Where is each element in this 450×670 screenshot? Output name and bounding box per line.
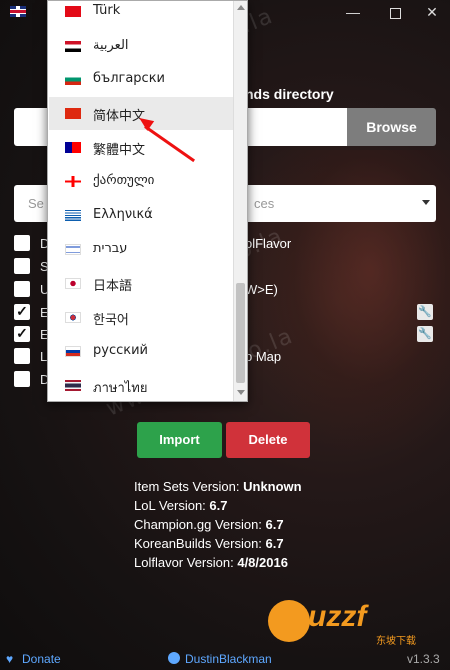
uk-flag-icon[interactable] [10, 6, 26, 17]
language-label: русский [93, 343, 148, 358]
greece-flag-icon [65, 210, 81, 221]
logo-circle-icon [268, 600, 310, 642]
language-option-thailand[interactable]: ภาษาไทย [49, 369, 233, 402]
option-checkbox[interactable] [14, 235, 30, 251]
logo-text: uzzf [308, 600, 367, 633]
github-icon [168, 652, 180, 664]
language-option-japan[interactable]: 日本語 [49, 267, 233, 300]
japan-flag-icon [65, 278, 81, 289]
directory-label: nds directory [245, 86, 334, 102]
info-label: Champion.gg Version: [134, 517, 266, 532]
info-value: 6.7 [209, 498, 228, 513]
import-button[interactable]: Import [137, 422, 222, 458]
info-line: KoreanBuilds Version: 6.7 [134, 536, 284, 551]
russia-flag-icon [65, 346, 81, 357]
egypt-flag-icon [65, 41, 81, 52]
language-option-russia[interactable]: русский [49, 335, 233, 368]
uzzf-logo: uzzf 东坡下载 [268, 598, 446, 647]
option-checkbox[interactable]: ✓ [14, 326, 30, 342]
option-checkbox[interactable]: ✓ [14, 304, 30, 320]
turkey-flag-icon [65, 6, 81, 17]
info-label: Item Sets Version: [134, 479, 244, 494]
close-button[interactable]: ✕ [417, 0, 447, 26]
language-option-taiwan[interactable]: 繁體中文 [49, 131, 233, 164]
github-link[interactable]: DustinBlackman [185, 652, 272, 666]
maximize-icon [389, 7, 401, 19]
georgia-flag-icon [65, 176, 81, 187]
info-line: Item Sets Version: Unknown [134, 479, 302, 494]
option-checkbox[interactable] [14, 281, 30, 297]
language-option-korea[interactable]: 한국어 [49, 301, 233, 334]
chevron-down-icon [422, 200, 430, 205]
taiwan-flag-icon [65, 142, 81, 153]
select-placeholder-right: ces [254, 196, 275, 211]
option-label-tail: W>E) [245, 282, 278, 297]
language-dropdown[interactable]: Türk العربية български 简体中文 繁體中文 ქართული Ελλην… [47, 0, 248, 402]
info-line: Champion.gg Version: 6.7 [134, 517, 284, 532]
wrench-icon[interactable]: 🔧 [417, 304, 433, 320]
info-line: LoL Version: 6.7 [134, 498, 227, 513]
heart-icon: ♥ [6, 652, 14, 666]
info-line: Lolflavor Version: 4/8/2016 [134, 555, 288, 570]
language-option-egypt[interactable]: العربية [49, 30, 233, 63]
israel-flag-icon [65, 244, 81, 255]
language-option-greece[interactable]: Ελληνικά [49, 199, 233, 232]
korea-flag-icon [65, 312, 81, 323]
scrollbar-thumb[interactable] [236, 283, 245, 383]
language-label: עברית [93, 241, 128, 256]
language-option-israel[interactable]: עברית [49, 233, 233, 266]
language-label: 繁體中文 [93, 143, 146, 158]
info-value: 6.7 [265, 536, 284, 551]
maximize-button[interactable] [380, 0, 410, 26]
dropdown-scrollbar[interactable] [233, 1, 247, 401]
info-label: Lolflavor Version: [134, 555, 238, 570]
delete-button[interactable]: Delete [226, 422, 310, 458]
scroll-down-icon[interactable] [237, 390, 245, 395]
browse-button[interactable]: Browse [347, 108, 436, 146]
language-label: Türk [93, 3, 121, 18]
language-option-georgia[interactable]: ქართული [49, 165, 233, 198]
thailand-flag-icon [65, 380, 81, 391]
language-option-bulgaria[interactable]: български [49, 63, 233, 96]
info-label: KoreanBuilds Version: [134, 536, 266, 551]
donate-link[interactable]: Donate [22, 652, 61, 666]
language-label: 한국어 [93, 313, 129, 328]
language-label: العربية [93, 38, 129, 53]
bulgaria-flag-icon [65, 74, 81, 85]
option-checkbox[interactable] [14, 258, 30, 274]
info-label: LoL Version: [134, 498, 210, 513]
wrench-icon[interactable]: 🔧 [417, 326, 433, 342]
language-option-turkey[interactable]: Türk [49, 0, 233, 28]
china-flag-icon [65, 108, 81, 119]
language-label: български [93, 71, 166, 86]
language-label: ภาษาไทย [93, 381, 148, 396]
option-checkbox[interactable] [14, 371, 30, 387]
select-placeholder-left: Se [28, 196, 44, 211]
version-label: v1.3.3 [407, 652, 440, 666]
option-checkbox[interactable] [14, 348, 30, 364]
language-label: Ελληνικά [93, 207, 153, 222]
info-value: 4/8/2016 [237, 555, 288, 570]
logo-subtext: 东坡下载 [376, 636, 416, 647]
info-value: 6.7 [265, 517, 284, 532]
language-label: 日本語 [93, 279, 133, 294]
footer: ♥ Donate DustinBlackman v1.3.3 [0, 648, 450, 670]
language-label: ქართული [93, 173, 155, 188]
minimize-button[interactable]: — [338, 0, 368, 26]
info-value: Unknown [243, 479, 302, 494]
scroll-up-icon[interactable] [237, 5, 245, 10]
